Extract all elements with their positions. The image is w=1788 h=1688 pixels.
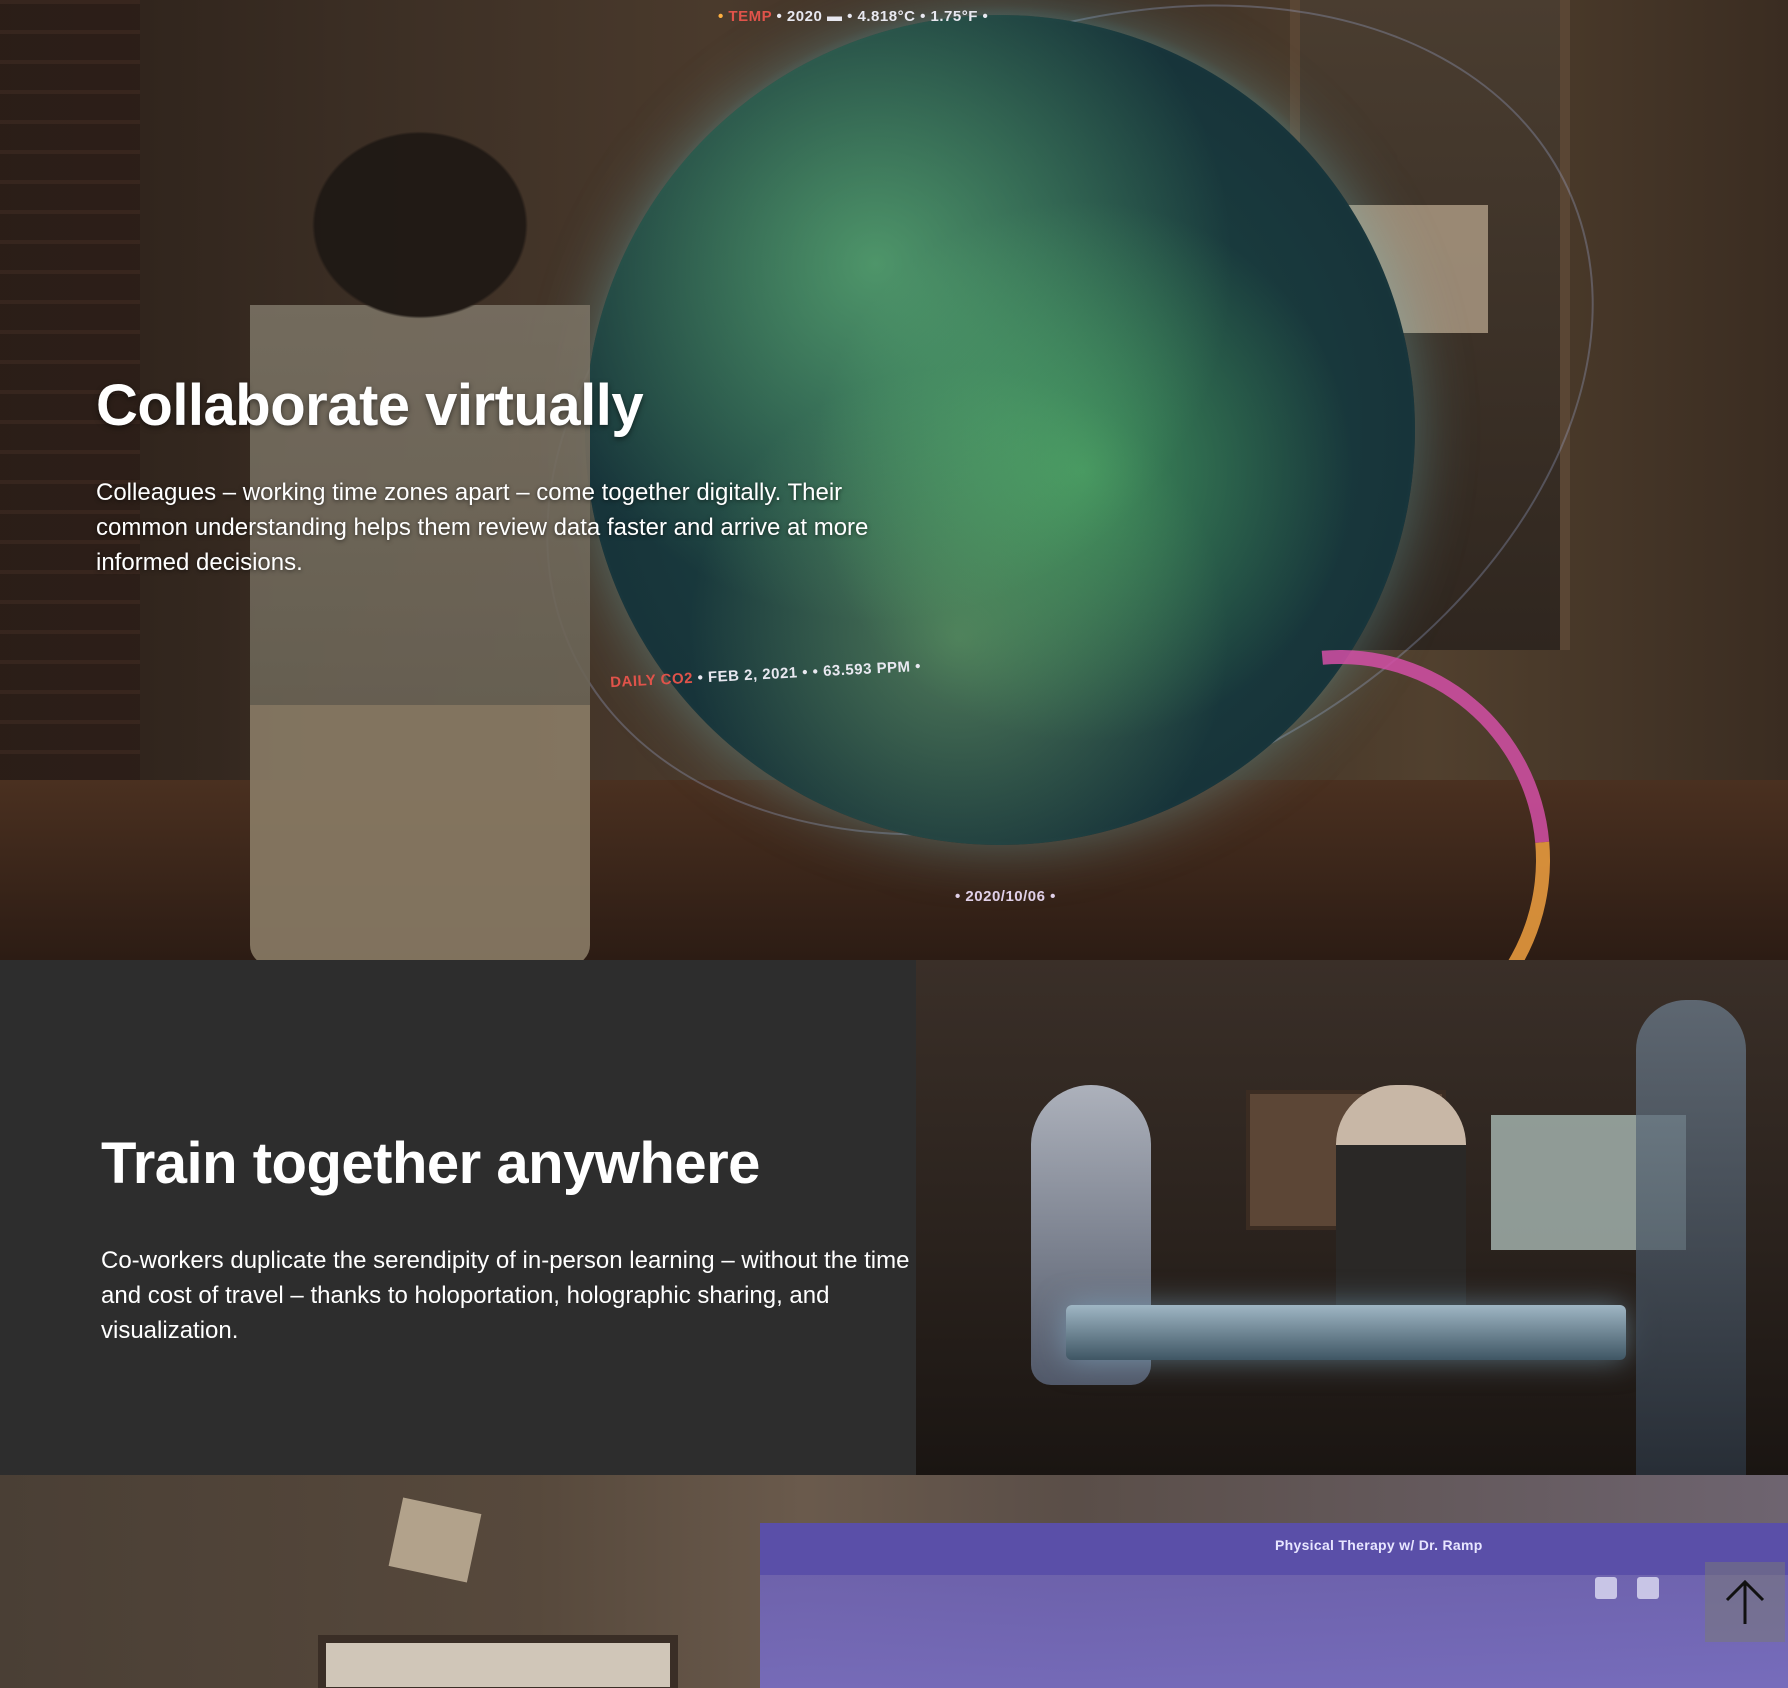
arrow-up-icon (1725, 1579, 1765, 1624)
hud-temp-value: • 2020 ▬ • 4.818°C • 1.75°F • (776, 8, 989, 25)
person-with-headset (1336, 1085, 1466, 1315)
app-icon (1637, 1577, 1659, 1599)
hologram-app-icons (1595, 1577, 1659, 1599)
train-together-title: Train together anywhere (101, 1131, 760, 1196)
teams-therapy-section: Physical Therapy w/ Dr. Ramp (0, 1475, 1788, 1688)
picture-frame-background (318, 1635, 678, 1688)
wall-lamp-background (388, 1497, 482, 1583)
hero-body: Colleagues – working time zones apart – … (96, 479, 869, 576)
hud-date-readout: • 2020/10/06 • (955, 888, 1056, 905)
train-together-image (916, 960, 1788, 1475)
back-to-top-button[interactable] (1705, 1562, 1785, 1642)
hologram-app-titlebar (760, 1523, 1788, 1575)
hero-collaborate-section: • TEMP • 2020 ▬ • 4.818°C • 1.75°F • DAI… (0, 0, 1788, 960)
hud-temp-label: TEMP (728, 8, 772, 25)
hud-temp-readout: • TEMP • 2020 ▬ • 4.818°C • 1.75°F • (718, 8, 989, 25)
train-together-body: Co-workers duplicate the serendipity of … (101, 1247, 910, 1344)
train-together-text-panel (0, 960, 916, 1475)
hologram-person-right (1636, 1000, 1746, 1475)
hologram-app-title: Physical Therapy w/ Dr. Ramp (1275, 1537, 1483, 1553)
holographic-table (1066, 1305, 1626, 1360)
app-icon (1595, 1577, 1617, 1599)
hero-title: Collaborate virtually (96, 373, 644, 438)
